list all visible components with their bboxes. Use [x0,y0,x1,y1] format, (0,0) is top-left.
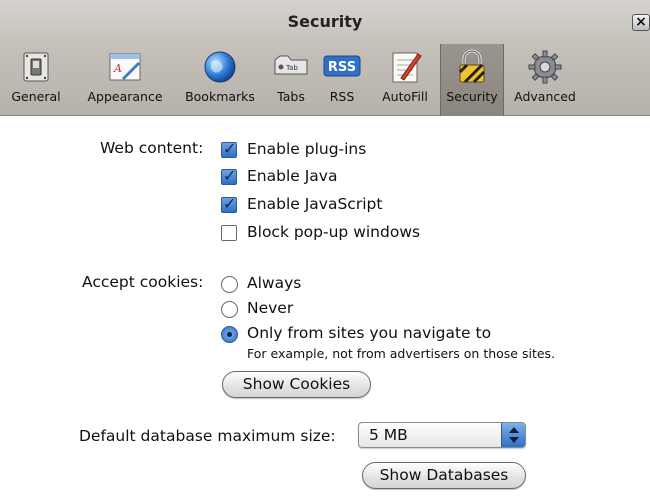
toolbar-label: Appearance [87,89,163,104]
advanced-gear-icon [528,50,562,84]
toolbar-label: Tabs [277,89,305,104]
cookies-example-note: For example, not from advertisers on tho… [247,346,556,361]
svg-text:Tab: Tab [285,64,298,72]
general-switch-icon [23,52,49,82]
title-bar[interactable]: Security × [0,0,650,42]
database-size-select[interactable]: 5 MB [358,422,526,448]
toolbar-label: Advanced [514,89,576,104]
checkbox-label: Enable plug-ins [247,140,367,158]
autofill-pencil-icon [392,52,422,83]
toolbar-label: Bookmarks [185,89,255,104]
toolbar-item-advanced[interactable]: Advanced [506,44,584,116]
checkbox-box[interactable] [221,225,237,241]
toolbar-label: RSS [329,89,355,104]
radio-label: Always [247,274,302,292]
tabs-icon: Tab [274,55,308,75]
toolbar-item-rss[interactable]: RSS RSS [318,44,366,116]
radio-label: Only from sites you navigate to [247,324,492,342]
rss-icon: RSS [323,55,361,77]
toolbar-item-tabs[interactable]: Tab Tabs [264,44,318,116]
accept-cookies-label: Accept cookies: [82,273,204,291]
web-content-label: Web content: [100,139,204,157]
database-size-value: 5 MB [369,426,408,444]
appearance-icon: A [109,53,141,81]
radio-circle[interactable] [221,326,238,343]
checkbox-box[interactable] [221,139,237,158]
toolbar-label: General [11,89,61,104]
checkbox-box[interactable] [221,166,237,185]
radio-circle[interactable] [221,276,238,293]
toolbar-item-bookmarks[interactable]: Bookmarks [178,44,262,116]
bookmarks-globe-icon [204,51,236,83]
toolbar-label: Security [446,89,498,104]
window-chrome: Security × General A Appearance Bookmark… [0,0,650,116]
window-title: Security [287,12,363,31]
preferences-toolbar: General A Appearance Bookmarks Tab Tabs … [0,44,650,116]
checkbox-label: Block pop-up windows [247,223,421,241]
show-cookies-button[interactable]: Show Cookies [222,371,371,398]
security-preferences-window: Security × General A Appearance Bookmark… [0,0,650,504]
toolbar-label: AutoFill [382,89,428,104]
toolbar-item-general[interactable]: General [0,44,72,116]
radio-circle[interactable] [221,301,238,318]
checkbox-label: Enable JavaScript [247,195,383,213]
svg-text:RSS: RSS [328,60,356,75]
radio-label: Never [247,299,294,317]
database-size-label: Default database maximum size: [79,427,336,445]
toolbar-item-appearance[interactable]: A Appearance [80,44,170,116]
svg-text:A: A [113,62,122,75]
security-lock-icon [458,49,486,84]
checkbox-box[interactable] [221,194,237,213]
popup-arrows-icon[interactable] [501,423,525,447]
close-button[interactable]: × [632,14,650,31]
security-settings-pane: Web content: Enable plug-ins Enable Java… [0,117,650,504]
toolbar-item-autofill[interactable]: AutoFill [372,44,438,116]
toolbar-item-security[interactable]: Security [440,44,504,116]
checkbox-label: Enable Java [247,167,338,185]
show-databases-button[interactable]: Show Databases [362,462,526,489]
